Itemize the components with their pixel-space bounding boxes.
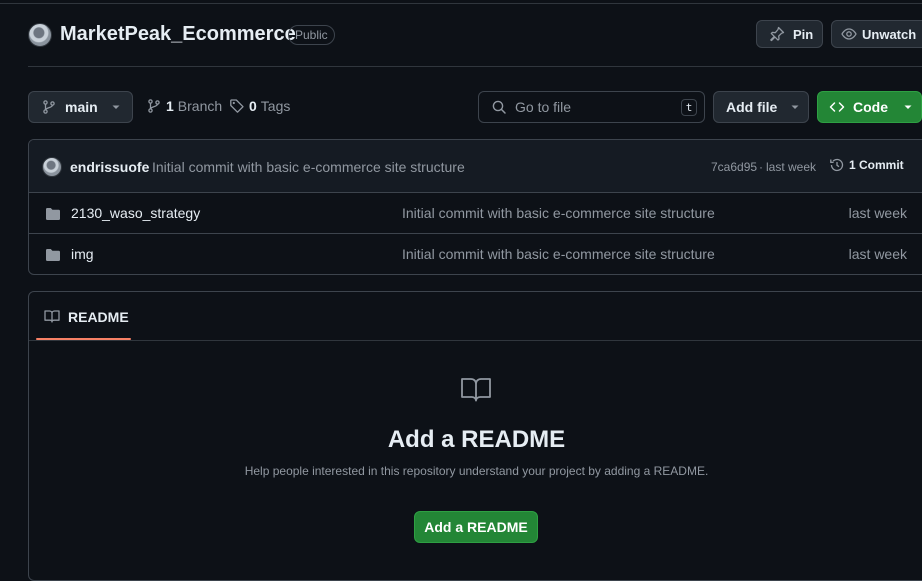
pin-label: Pin	[793, 26, 814, 42]
add-file-button[interactable]: Add file	[713, 91, 809, 123]
readme-tab-divider	[29, 340, 922, 341]
pin-icon	[770, 26, 785, 42]
code-label: Code	[853, 99, 888, 115]
visibility-badge: Public	[288, 25, 335, 45]
commits-link[interactable]: 1 Commit	[829, 157, 904, 173]
shortcut-hint: t	[681, 99, 697, 116]
file-row[interactable]: 2130_waso_strategy Initial commit with b…	[29, 193, 922, 234]
eye-icon	[841, 28, 857, 40]
branch-count: 1	[166, 98, 174, 114]
tags-label: Tags	[260, 98, 291, 114]
repo-name[interactable]: MarketPeak_Ecommerce	[60, 23, 296, 46]
owner-avatar[interactable]	[28, 23, 52, 47]
add-file-label: Add file	[726, 99, 778, 115]
chevron-down-icon	[904, 105, 912, 109]
commit-message[interactable]: Initial commit with basic e-commerce sit…	[152, 159, 465, 175]
code-button[interactable]: Code	[817, 91, 922, 123]
header-divider	[28, 66, 922, 67]
file-name[interactable]: 2130_waso_strategy	[71, 205, 200, 221]
tags-link[interactable]: 0 Tags	[229, 98, 290, 114]
branches-link[interactable]: 1 Branch	[146, 98, 222, 114]
latest-commit-bar: endrissuofe Initial commit with basic e-…	[29, 140, 922, 193]
author-avatar[interactable]	[42, 157, 62, 177]
branch-selector[interactable]: main	[28, 91, 133, 123]
chevron-down-icon	[791, 105, 799, 109]
book-icon	[44, 310, 60, 323]
go-to-file-search[interactable]: Go to file t	[478, 91, 705, 123]
tag-icon	[230, 99, 244, 113]
readme-tab-label: README	[68, 309, 129, 325]
add-readme-button[interactable]: Add a README	[414, 511, 538, 543]
git-branch-icon	[43, 100, 55, 114]
git-branch-icon	[148, 99, 160, 113]
search-placeholder: Go to file	[515, 99, 572, 115]
search-icon	[492, 100, 506, 114]
file-commit-message[interactable]: Initial commit with basic e-commerce sit…	[402, 205, 715, 221]
unwatch-label: Unwatch	[862, 26, 917, 42]
code-icon	[829, 102, 845, 112]
folder-icon	[46, 208, 60, 220]
readme-tab[interactable]: README	[36, 292, 131, 340]
readme-panel: README Add a README Help people interest…	[28, 291, 922, 581]
commit-count: 1 Commit	[849, 158, 904, 172]
file-name[interactable]: img	[71, 246, 94, 262]
file-commit-message[interactable]: Initial commit with basic e-commerce sit…	[402, 246, 715, 262]
commit-author[interactable]: endrissuofe	[70, 159, 149, 175]
file-commit-date: last week	[848, 205, 907, 221]
top-edge	[0, 0, 922, 4]
readme-description: Help people interested in this repositor…	[244, 464, 709, 478]
chevron-down-icon	[112, 105, 120, 109]
file-row[interactable]: img Initial commit with basic e-commerce…	[29, 234, 922, 274]
unwatch-button[interactable]: Unwatch	[831, 20, 922, 48]
tags-count: 0	[249, 98, 257, 114]
branch-name: main	[65, 99, 98, 115]
pin-button[interactable]: Pin	[756, 20, 823, 48]
branch-label: Branch	[177, 98, 223, 114]
history-icon	[830, 158, 844, 172]
commit-separator: ·	[759, 160, 763, 174]
readme-heading: Add a README	[387, 426, 566, 453]
folder-icon	[46, 249, 60, 261]
commit-hash[interactable]: 7ca6d95	[711, 160, 757, 174]
file-list: endrissuofe Initial commit with basic e-…	[28, 139, 922, 275]
book-icon	[461, 378, 491, 402]
commit-time: last week	[766, 160, 817, 174]
file-commit-date: last week	[848, 246, 907, 262]
